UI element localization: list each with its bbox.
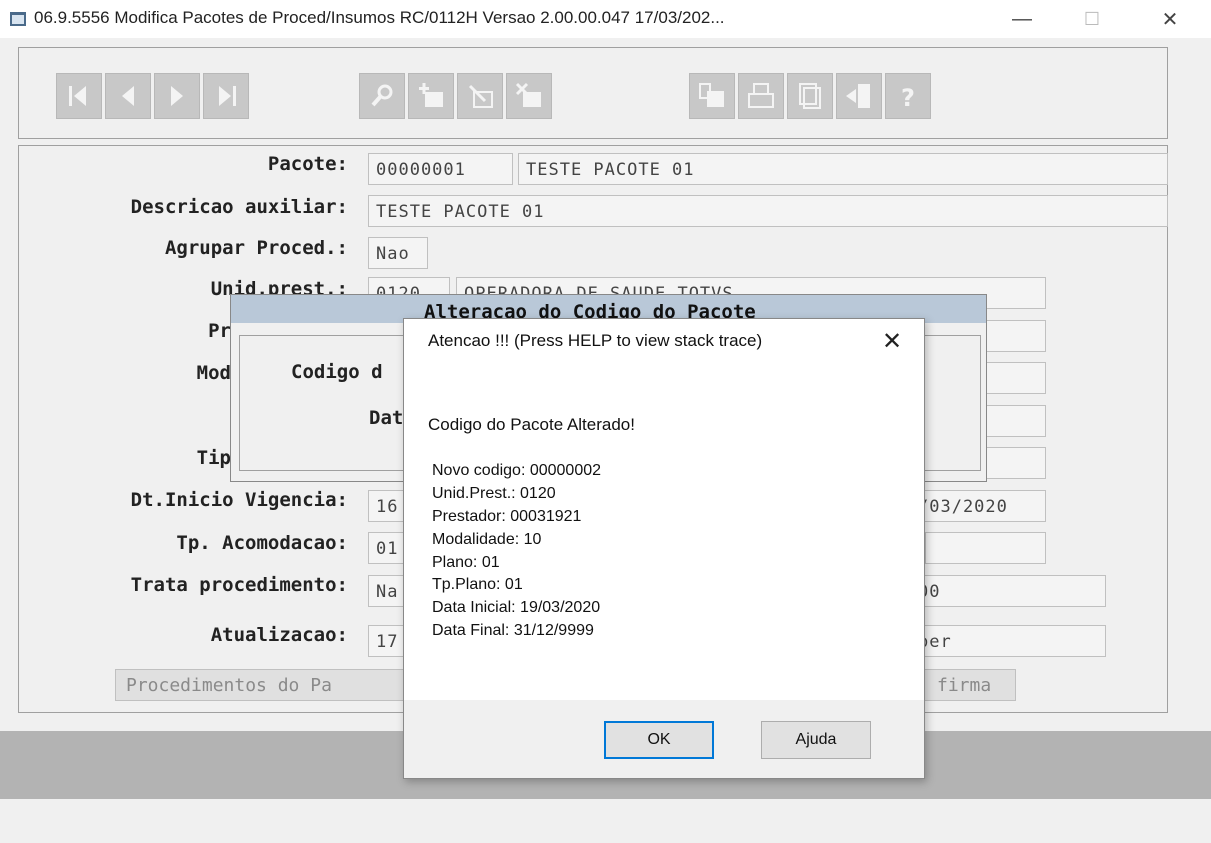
next-record-button[interactable]	[154, 73, 200, 119]
minimize-button[interactable]: —	[992, 0, 1052, 38]
message-heading: Codigo do Pacote Alterado!	[428, 415, 635, 434]
procedimentos-button[interactable]: Procedimentos do Pa	[115, 669, 405, 701]
pacote-code-field[interactable]: 00000001	[368, 153, 513, 185]
message-line: Unid.Prest.: 0120	[432, 485, 556, 502]
help-icon: ?	[893, 81, 923, 111]
atualizacao-field[interactable]: 17	[368, 625, 408, 657]
window-title-bar: 06.9.5556 Modifica Pacotes de Proced/Ins…	[0, 0, 1211, 38]
atualizacao-label: Atualizacao:	[210, 624, 348, 646]
copy-button[interactable]	[787, 73, 833, 119]
message-box: Atencao !!! (Press HELP to view stack tr…	[403, 318, 925, 779]
close-window-button[interactable]: ✕	[1140, 0, 1200, 38]
search-button[interactable]	[359, 73, 405, 119]
ok-button[interactable]: OK	[604, 721, 714, 759]
data-label: Dat	[369, 407, 404, 429]
agrupar-field[interactable]: Nao	[368, 237, 428, 269]
prestador-label: Pr	[208, 320, 231, 342]
message-line: Plano: 01	[432, 554, 500, 571]
confirma-button[interactable]: firma	[910, 669, 1016, 701]
modalidade-label: Mod	[196, 362, 231, 384]
last-record-button[interactable]	[203, 73, 249, 119]
acomodacao-desc-field[interactable]	[925, 532, 1046, 564]
trata-label: Trata procedimento:	[130, 574, 348, 596]
edit-icon	[465, 81, 495, 111]
window-title: 06.9.5556 Modifica Pacotes de Proced/Ins…	[34, 8, 725, 27]
add-button[interactable]	[408, 73, 454, 119]
delete-icon	[514, 81, 544, 111]
copy-icon	[795, 81, 825, 111]
close-icon[interactable]: ✕	[882, 327, 902, 356]
maximize-button[interactable]: ☐	[1062, 0, 1122, 38]
ajuda-button[interactable]: Ajuda	[761, 721, 871, 759]
first-record-button[interactable]	[56, 73, 102, 119]
acomodacao-field[interactable]: 01	[368, 532, 408, 564]
agrupar-label: Agrupar Proced.:	[164, 237, 348, 259]
desc-aux-label: Descricao auxiliar:	[130, 196, 348, 218]
search-icon	[367, 81, 397, 111]
delete-button[interactable]	[506, 73, 552, 119]
print-button[interactable]	[738, 73, 784, 119]
next-icon	[162, 81, 192, 111]
message-line: Novo codigo: 00000002	[432, 462, 602, 479]
filter-icon	[697, 81, 727, 111]
codigo-label: Codigo d	[291, 361, 383, 383]
tipo-label: Tip	[196, 447, 231, 469]
last-icon	[211, 81, 241, 111]
message-line: Tp.Plano: 01	[432, 576, 523, 593]
pacote-desc-field[interactable]: TESTE PACOTE 01	[518, 153, 1168, 185]
previous-record-button[interactable]	[105, 73, 151, 119]
filter-button[interactable]	[689, 73, 735, 119]
message-line: Modalidade: 10	[432, 531, 542, 548]
help-button[interactable]: ?	[885, 73, 931, 119]
trata-right-field[interactable]: 00	[910, 575, 1106, 607]
usuario-field[interactable]: per	[910, 625, 1106, 657]
dt-fim-field[interactable]: /03/2020	[910, 490, 1046, 522]
acomodacao-label: Tp. Acomodacao:	[176, 532, 348, 554]
message-line: Prestador: 00031921	[432, 508, 582, 525]
dt-inicio-field[interactable]: 16	[368, 490, 408, 522]
message-title: Atencao !!! (Press HELP to view stack tr…	[428, 331, 763, 350]
message-line: Data Final: 31/12/9999	[432, 622, 594, 639]
app-icon	[10, 12, 26, 26]
edit-button[interactable]	[457, 73, 503, 119]
exit-button[interactable]	[836, 73, 882, 119]
pacote-label: Pacote:	[267, 153, 348, 175]
message-line: Data Inicial: 19/03/2020	[432, 599, 601, 616]
previous-icon	[113, 81, 143, 111]
toolbar: ?	[18, 47, 1168, 139]
dt-inicio-label: Dt.Inicio Vigencia:	[130, 489, 348, 511]
trata-field[interactable]: Na	[368, 575, 408, 607]
svg-text:?: ?	[901, 84, 915, 111]
desc-aux-field[interactable]: TESTE PACOTE 01	[368, 195, 1168, 227]
add-icon	[416, 81, 446, 111]
exit-icon	[844, 81, 874, 111]
first-icon	[64, 81, 94, 111]
print-icon	[746, 81, 776, 111]
